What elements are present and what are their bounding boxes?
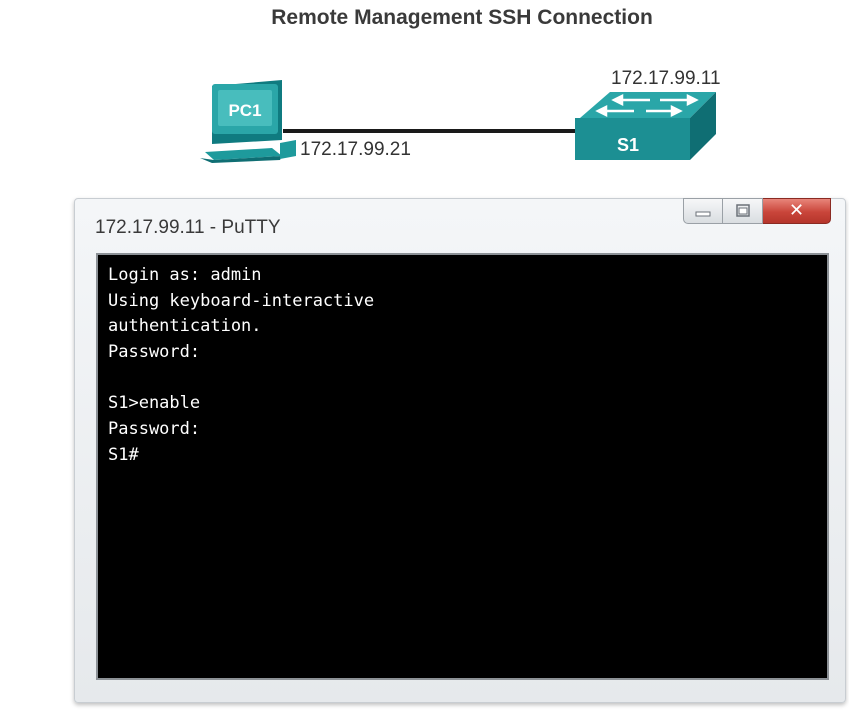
switch-ip-label: 172.17.99.11 — [611, 68, 721, 89]
terminal-line: Password: — [108, 419, 201, 440]
maximize-button[interactable] — [723, 198, 763, 224]
window-title: 172.17.99.11 - PuTTY — [95, 217, 281, 238]
switch-icon: S1 — [575, 92, 716, 160]
window-controls: ✕ — [683, 198, 831, 224]
terminal-line: S1# — [108, 444, 139, 465]
slide: Remote Management SSH Connection PC1 S1 … — [0, 0, 849, 716]
terminal-line: Using keyboard-interactive — [108, 290, 375, 311]
terminal-output[interactable]: Login as: admin Using keyboard-interacti… — [96, 253, 829, 680]
terminal-line: S1>enable — [108, 393, 201, 414]
terminal-line: Login as: admin — [108, 265, 262, 285]
pc-label: PC1 — [228, 101, 261, 120]
minimize-button[interactable] — [683, 198, 723, 224]
maximize-icon — [735, 204, 750, 217]
putty-window: 172.17.99.11 - PuTTY ✕ Login as: admin U… — [74, 198, 846, 703]
close-button[interactable]: ✕ — [763, 198, 831, 224]
network-topology: PC1 S1 — [200, 80, 716, 163]
pc-icon: PC1 — [200, 80, 296, 163]
pc-ip-label: 172.17.99.21 — [300, 139, 411, 160]
terminal-line: authentication. — [108, 316, 262, 337]
close-icon: ✕ — [788, 200, 805, 221]
switch-label: S1 — [617, 135, 639, 155]
terminal-line: Password: — [108, 342, 201, 363]
minimize-icon — [695, 211, 711, 217]
